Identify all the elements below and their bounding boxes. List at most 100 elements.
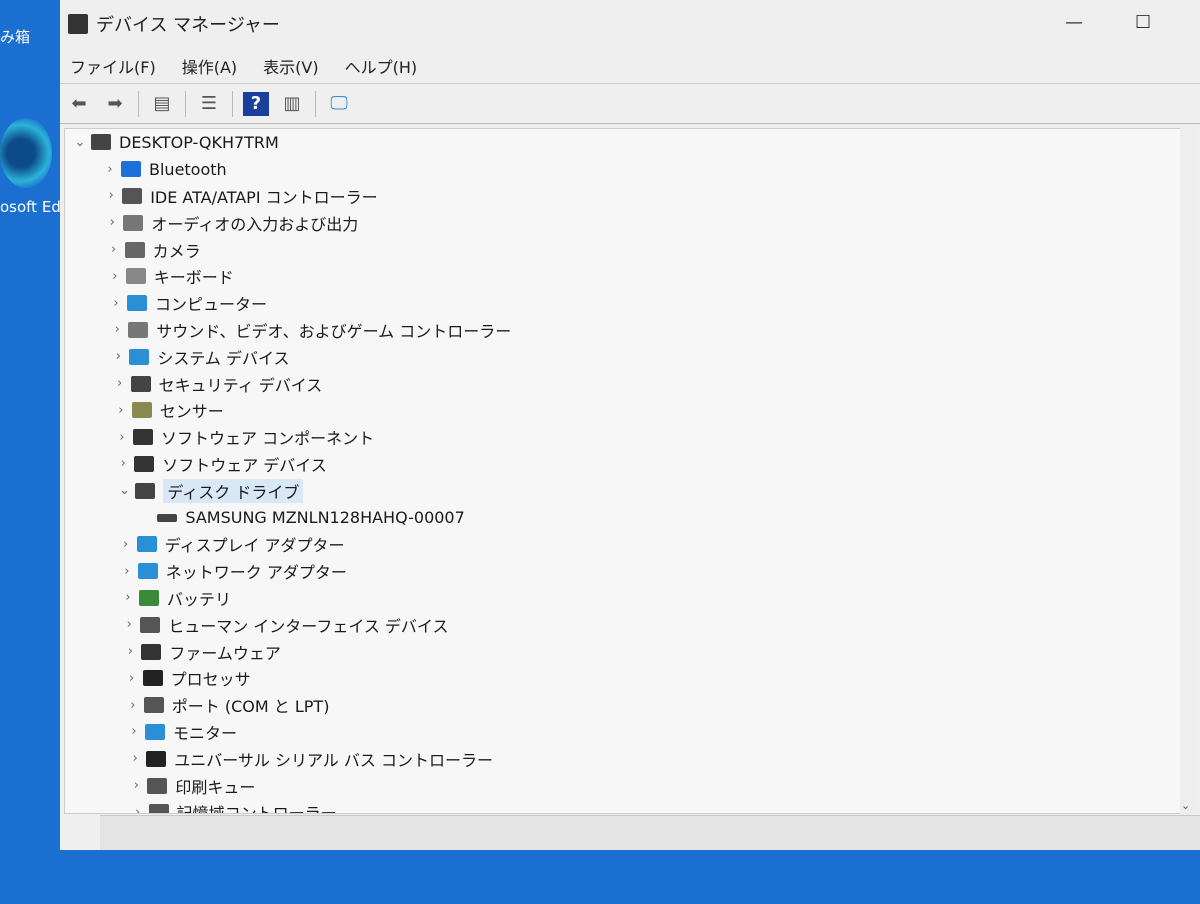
recycle-bin-label[interactable]: み箱 <box>0 26 30 47</box>
tree-item[interactable]: › Bluetooth <box>65 156 1183 183</box>
tree-item[interactable]: › 記憶域コントローラー <box>65 799 1183 813</box>
tree-item[interactable]: › カメラ <box>65 236 1183 263</box>
tree-item[interactable]: › ユニバーサル シリアル バス コントローラー <box>65 745 1183 772</box>
minimize-button[interactable]: — <box>1065 12 1083 33</box>
chevron-right-icon[interactable]: › <box>101 215 123 230</box>
menu-file[interactable]: ファイル(F) <box>70 54 156 78</box>
scroll-down-icon[interactable]: ⌄ <box>1181 799 1190 812</box>
tree-item[interactable]: › ソフトウェア コンポーネント <box>65 424 1183 451</box>
tree-item[interactable]: › システム デバイス <box>65 343 1183 370</box>
security-icon <box>130 375 151 392</box>
chevron-right-icon[interactable]: › <box>112 456 134 471</box>
tree-item[interactable]: › 印刷キュー <box>65 772 1183 799</box>
tree-item[interactable]: › センサー <box>65 397 1183 424</box>
tree-item[interactable]: › モニター <box>65 719 1183 746</box>
chevron-right-icon[interactable]: › <box>118 617 140 632</box>
divider <box>138 90 139 117</box>
divider <box>232 90 233 117</box>
chevron-right-icon[interactable]: › <box>103 242 125 257</box>
chevron-right-icon[interactable]: › <box>117 590 139 605</box>
chevron-right-icon[interactable]: › <box>115 537 137 552</box>
tree-item[interactable]: › IDE ATA/ATAPI コントローラー <box>65 183 1183 210</box>
chevron-right-icon[interactable]: › <box>111 430 133 445</box>
chevron-down-icon[interactable]: ⌄ <box>113 483 135 498</box>
help-icon[interactable]: ? <box>243 91 269 116</box>
chevron-down-icon[interactable]: ⌄ <box>69 135 91 150</box>
tree-item-label: IDE ATA/ATAPI コントローラー <box>150 187 378 207</box>
menu-help[interactable]: ヘルプ(H) <box>345 54 418 78</box>
tree-item[interactable]: › キーボード <box>65 263 1183 290</box>
computer-icon <box>91 134 111 151</box>
tree-item-label: バッテリ <box>167 589 232 609</box>
menu-action[interactable]: 操作(A) <box>182 54 237 78</box>
tree-item-label: セキュリティ デバイス <box>158 375 323 395</box>
tree-root[interactable]: ⌄ DESKTOP-QKH7TRM <box>65 129 1183 156</box>
system-icon <box>129 348 150 365</box>
tree-item-label: カメラ <box>152 241 201 261</box>
scrollbar[interactable]: ⌄ <box>1180 128 1194 814</box>
disk-icon <box>135 482 156 499</box>
tree-item[interactable]: › ディスプレイ アダプター <box>65 531 1183 558</box>
list-icon[interactable]: ☰ <box>196 92 222 116</box>
edge-label[interactable]: osoft Ed <box>0 198 61 216</box>
tree-item-label: ネットワーク アダプター <box>165 563 347 583</box>
tree-item-label: モニター <box>173 723 238 743</box>
chevron-right-icon[interactable]: › <box>123 724 145 739</box>
tree-item[interactable]: › ポート (COM と LPT) <box>65 692 1183 719</box>
firmware-icon <box>141 643 162 660</box>
chevron-right-icon[interactable]: › <box>104 269 126 284</box>
camera-icon <box>124 241 145 258</box>
battery-icon <box>139 589 159 606</box>
menu-view[interactable]: 表示(V) <box>263 54 318 78</box>
tree-item[interactable]: › サウンド、ビデオ、およびゲーム コントローラー <box>65 317 1183 344</box>
back-icon[interactable]: ⬅ <box>66 92 92 116</box>
tree-item-label: ディスプレイ アダプター <box>164 536 345 556</box>
bluetooth-icon <box>121 161 141 178</box>
tree-item[interactable]: › ソフトウェア デバイス <box>65 451 1183 478</box>
tree-item[interactable]: › オーディオの入力および出力 <box>65 209 1183 236</box>
speaker-icon <box>123 214 144 231</box>
tree-child-item[interactable]: SAMSUNG MZNLN128HAHQ-00007 <box>65 504 1183 531</box>
port-icon <box>143 697 164 714</box>
tree-item-label: ソフトウェア デバイス <box>162 455 327 475</box>
chevron-right-icon[interactable]: › <box>99 162 121 177</box>
forward-icon[interactable]: ➡ <box>102 92 128 116</box>
tree-item[interactable]: › ヒューマン インターフェイス デバイス <box>65 611 1183 638</box>
tree-item-label: 印刷キュー <box>175 777 256 797</box>
chevron-right-icon[interactable]: › <box>109 376 131 391</box>
properties-pane-icon[interactable]: ▤ <box>149 92 175 116</box>
chevron-right-icon[interactable]: › <box>124 751 146 766</box>
chevron-right-icon[interactable]: › <box>119 644 141 659</box>
action-pane-icon[interactable]: ▥ <box>279 92 305 116</box>
computer-icon <box>127 295 147 312</box>
chevron-right-icon[interactable]: › <box>110 403 132 418</box>
tree-item[interactable]: › コンピューター <box>65 290 1183 317</box>
chevron-right-icon[interactable]: › <box>107 349 129 364</box>
chevron-right-icon[interactable]: › <box>125 778 147 793</box>
edge-icon[interactable] <box>0 118 52 188</box>
ide-icon <box>122 187 143 204</box>
chevron-right-icon[interactable]: › <box>106 322 128 337</box>
device-manager-window: デバイス マネージャー — ☐ ファイル(F) 操作(A) 表示(V) ヘルプ(… <box>60 0 1200 850</box>
monitor-icon <box>145 723 165 740</box>
chevron-right-icon[interactable]: › <box>122 698 144 713</box>
scan-hardware-icon[interactable]: 🖵 <box>326 92 352 116</box>
tree-item[interactable]: › ネットワーク アダプター <box>65 558 1183 585</box>
status-bar <box>100 815 1200 850</box>
maximize-button[interactable]: ☐ <box>1135 12 1151 33</box>
tree-item[interactable]: › バッテリ <box>65 585 1183 612</box>
tree-item[interactable]: › ファームウェア <box>65 638 1183 665</box>
printer-icon <box>147 777 168 794</box>
chevron-right-icon[interactable]: › <box>121 671 143 686</box>
tree-item-label: ヒューマン インターフェイス デバイス <box>168 616 449 636</box>
tree-item-label: ディスク ドライブ <box>163 478 304 503</box>
disk-icon <box>157 513 178 522</box>
tree-item-label: システム デバイス <box>157 348 290 368</box>
chevron-right-icon[interactable]: › <box>127 805 149 813</box>
tree-item[interactable]: ⌄ ディスク ドライブ <box>65 477 1183 504</box>
tree-item[interactable]: › プロセッサ <box>65 665 1183 692</box>
chevron-right-icon[interactable]: › <box>100 188 122 203</box>
tree-item[interactable]: › セキュリティ デバイス <box>65 370 1183 397</box>
chevron-right-icon[interactable]: › <box>116 564 138 579</box>
chevron-right-icon[interactable]: › <box>105 296 127 311</box>
